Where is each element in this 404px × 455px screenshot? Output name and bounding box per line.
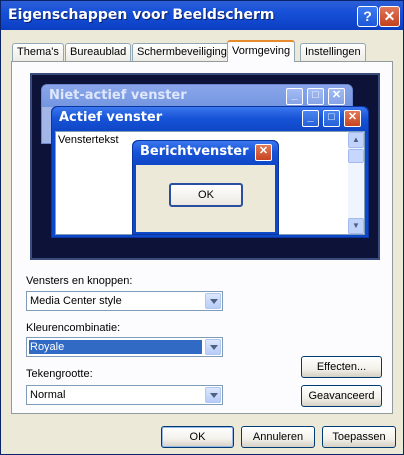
windows-buttons-label: Vensters en knoppen: — [26, 275, 133, 287]
effects-button[interactable]: Effecten... — [301, 356, 382, 378]
tab-themes[interactable]: Thema's — [12, 43, 64, 61]
windows-buttons-select[interactable]: Media Center style — [26, 291, 223, 311]
font-size-label: Tekengrootte: — [26, 368, 93, 380]
maximize-icon: □ — [323, 110, 340, 127]
message-box-body: OK — [136, 165, 275, 232]
chevron-down-icon[interactable] — [205, 387, 221, 403]
tab-screensaver[interactable]: Schermbeveiliging — [132, 43, 232, 61]
active-window-title: Actief venster — [59, 110, 163, 125]
chevron-down-icon[interactable] — [205, 293, 221, 309]
scroll-up-icon: ▲ — [348, 132, 364, 148]
dialog-titlebar[interactable]: Eigenschappen voor Beeldscherm ? ✕ — [1, 1, 403, 30]
close-icon: ✕ — [255, 144, 272, 161]
font-size-select[interactable]: Normal — [26, 385, 223, 405]
chevron-down-icon[interactable] — [205, 339, 221, 355]
inactive-window-title: Niet-actief venster — [49, 88, 187, 103]
help-button[interactable]: ? — [357, 6, 378, 27]
vertical-scrollbar: ▲ ▼ — [348, 132, 364, 234]
minimize-icon: _ — [286, 88, 303, 105]
message-box-title: Berichtvenster — [140, 144, 249, 159]
color-scheme-label: Kleurencombinatie: — [26, 322, 121, 334]
maximize-icon: □ — [307, 88, 324, 105]
scroll-thumb — [348, 149, 364, 163]
minimize-icon: _ — [302, 110, 319, 127]
active-window-titlebar: Actief venster _ □ ✕ — [52, 107, 368, 130]
color-scheme-select[interactable]: Royale — [26, 337, 223, 357]
message-box-preview: Berichtvenster ✕ OK — [132, 140, 279, 235]
advanced-button[interactable]: Geavanceerd — [301, 385, 382, 407]
display-properties-dialog: Eigenschappen voor Beeldscherm ? ✕ Thema… — [0, 0, 404, 455]
scroll-down-icon: ▼ — [348, 218, 364, 234]
message-box-titlebar: Berichtvenster ✕ — [133, 141, 278, 164]
tab-settings[interactable]: Instellingen — [300, 43, 366, 61]
dialog-title: Eigenschappen voor Beeldscherm — [8, 7, 275, 23]
tab-appearance[interactable]: Vormgeving — [227, 40, 296, 62]
close-icon: ✕ — [344, 110, 361, 127]
appearance-panel: Niet-actief venster _ □ ✕ Actief venster… — [11, 61, 393, 414]
message-ok-button: OK — [169, 183, 243, 207]
cancel-button[interactable]: Annuleren — [241, 426, 315, 448]
tab-desktop[interactable]: Bureaublad — [65, 43, 132, 61]
inactive-window-titlebar: Niet-actief venster _ □ ✕ — [42, 85, 352, 107]
apply-button[interactable]: Toepassen — [322, 426, 396, 448]
font-size-value: Normal — [30, 389, 66, 401]
close-button[interactable]: ✕ — [379, 6, 400, 27]
color-scheme-value: Royale — [29, 340, 202, 354]
appearance-preview: Niet-actief venster _ □ ✕ Actief venster… — [30, 73, 380, 260]
ok-button[interactable]: OK — [161, 426, 234, 448]
window-text: Venstertekst — [58, 134, 119, 146]
close-icon: ✕ — [328, 88, 345, 105]
windows-buttons-value: Media Center style — [30, 295, 122, 307]
